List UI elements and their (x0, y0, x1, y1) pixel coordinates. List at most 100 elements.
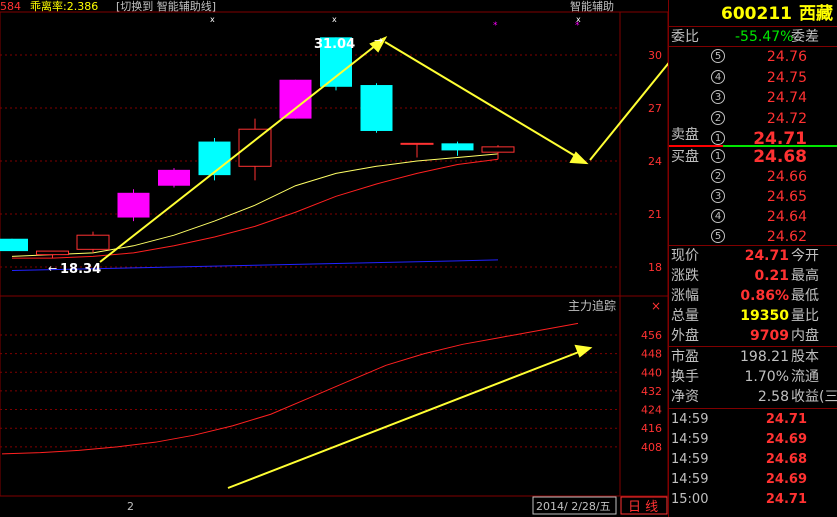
tick-time: 14:59 (671, 432, 709, 447)
price-tick: 27 (648, 102, 662, 115)
candle (198, 138, 231, 181)
tick-price: 24.69 (765, 472, 807, 487)
stat-label: 外盘 (671, 328, 699, 344)
ask-price: 24.74 (766, 90, 807, 106)
stat2-value: 2.58 (757, 389, 789, 405)
low-price-label: 18.34 (60, 262, 101, 277)
bid-price: 24.64 (766, 209, 807, 225)
wei-bi-row: 委比 -55.47% 委差 (669, 27, 837, 47)
indicator-title: 主力追踪 (568, 298, 616, 313)
stat-label-2: 内盘 (791, 328, 819, 344)
candle (441, 141, 474, 156)
ask-row: 3 24.74 (669, 88, 837, 108)
indicator-tick: 432 (641, 385, 662, 398)
candle-body (0, 238, 28, 252)
stat-value: 0.21 (754, 268, 789, 284)
price-tick: 18 (648, 261, 662, 274)
sell-label: 卖盘 (671, 127, 699, 143)
candle (117, 189, 150, 222)
indicator-tick: 424 (641, 404, 662, 417)
indicator-tick-labels: 456 448 440 432 424 416 408 (641, 329, 662, 454)
stat-row: 外盘 9709 内盘 (669, 326, 837, 346)
stat-label: 涨幅 (671, 288, 699, 304)
indicator-tick: 440 (641, 366, 662, 379)
bid-level: 4 (711, 209, 725, 223)
bid-price: 24.62 (766, 229, 807, 245)
bid-row: 5 24.62 (669, 227, 837, 247)
stat-value: 24.71 (744, 248, 789, 264)
bid-row: 2 24.66 (669, 167, 837, 187)
candle (360, 83, 393, 133)
tick-price: 24.71 (765, 412, 807, 427)
stat-label: 现价 (671, 248, 699, 264)
low-pointer: ← (48, 262, 57, 275)
up-arrow-right (589, 62, 668, 161)
marker-x: x (332, 15, 337, 24)
period-label: 日 线 (628, 500, 658, 515)
stat-label-2: 今开 (791, 248, 819, 264)
candle (481, 145, 515, 160)
down-arrow (384, 41, 583, 161)
tick-time: 14:59 (671, 452, 709, 467)
candle-body (481, 146, 515, 153)
price-tick-labels: 30 27 24 21 18 (648, 49, 662, 274)
tick-row: 14:59 24.69 (669, 470, 837, 490)
stat2-value: 1.70% (744, 369, 789, 385)
bid-level: 2 (711, 169, 725, 183)
candles (0, 37, 515, 259)
indicator-grid (0, 334, 620, 448)
candle (0, 238, 28, 252)
tick-price: 24.68 (765, 452, 807, 467)
ask-level: 5 (711, 49, 725, 63)
stat-label-2: 最低 (791, 288, 819, 304)
ask-level: 3 (711, 90, 725, 104)
kline-chart[interactable]: 30 27 24 21 18 456 448 440 432 424 416 408 31.04 →… (0, 0, 668, 517)
left-code: 584 (0, 0, 21, 13)
candle (158, 168, 190, 188)
tick-time: 15:00 (671, 492, 709, 507)
candle-body (360, 85, 393, 131)
candle-body (76, 234, 110, 250)
stat-row: 总量 19350 量比 (669, 306, 837, 326)
tick-price: 24.71 (765, 492, 807, 507)
marker-x: x (210, 15, 215, 24)
candle-body (400, 142, 434, 145)
stat2-label: 市盈 (671, 349, 699, 365)
candle (76, 231, 110, 253)
bias-indicator-text: 乖离率:2.386 (30, 0, 99, 13)
close-indicator-icon[interactable]: × (651, 299, 661, 313)
wei-cha-label: 委差 (791, 29, 819, 45)
stat2-label: 换手 (671, 369, 699, 385)
stat-label: 涨跌 (671, 268, 699, 284)
switch-assist-link[interactable]: [切换到 智能辅助线] (116, 0, 216, 13)
bid-level: 3 (711, 189, 725, 203)
stat-row: 涨幅 0.86% 最低 (669, 286, 837, 306)
date-label: 2014/ 2/28/五 (536, 500, 611, 513)
stat2-label-2: 流通 (791, 369, 819, 385)
indicator-bar: 584 乖离率:2.386 [切换到 智能辅助线] 智能辅助 (0, 0, 668, 13)
stat2-label: 净资 (671, 389, 699, 405)
ask-price: 24.76 (766, 49, 807, 65)
assist-label: 智能辅助 (570, 0, 614, 13)
bid-row: 3 24.65 (669, 187, 837, 207)
stock-code: 600211 (721, 4, 792, 24)
stat-value: 9709 (750, 328, 789, 344)
bid-row: 4 24.64 (669, 207, 837, 227)
indicator-pane-frame (0, 295, 621, 497)
ask-level: 2 (711, 110, 725, 125)
wei-bi-label: 委比 (671, 29, 699, 45)
stat2-row: 市盈 198.21 股本 (669, 347, 837, 367)
candle-body (198, 141, 231, 176)
stat-value: 0.86% (740, 288, 789, 304)
marker-star: * (575, 21, 580, 31)
stat-value: 19350 (740, 308, 789, 324)
stat2-row: 净资 2.58 收益(三 (669, 387, 837, 407)
stat-label-2: 量比 (791, 308, 819, 324)
indicator-tick: 448 (641, 348, 662, 361)
bid-row: 1 24.68 (669, 147, 837, 167)
wei-bi-value: -55.47% (735, 29, 794, 45)
candle-body (158, 169, 190, 186)
indicator-tick: 408 (641, 441, 662, 454)
candle-body (36, 250, 69, 256)
candle-body (117, 192, 150, 218)
